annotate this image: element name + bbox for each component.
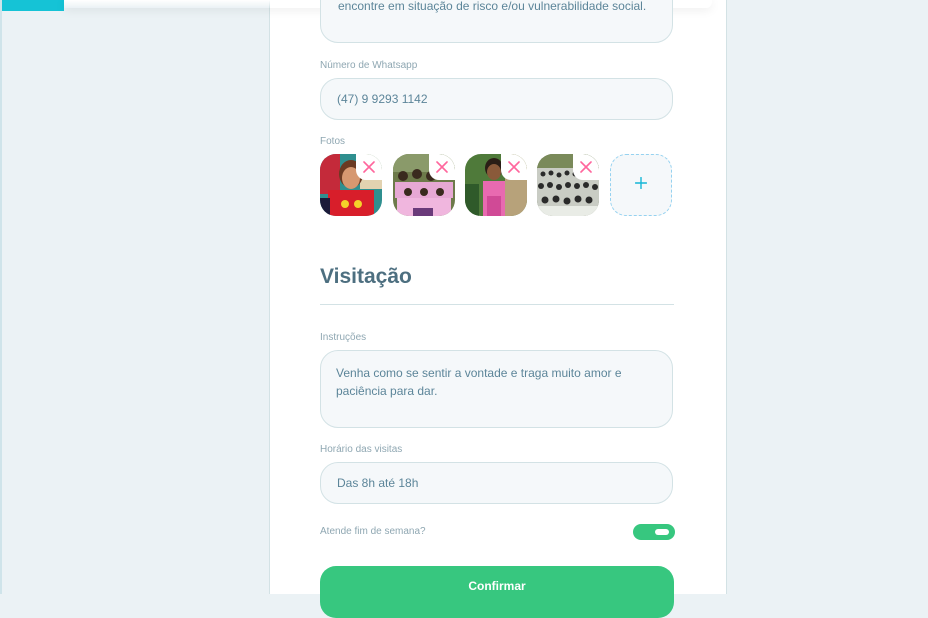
toggle-knob [655, 529, 669, 535]
photo-thumbnail [465, 154, 527, 216]
sidebar [0, 0, 2, 594]
photo-thumbnail [320, 154, 382, 216]
section-divider [320, 304, 674, 305]
add-photo-button[interactable] [610, 154, 672, 216]
instructions-line: Venha como se sentir a vontade e traga m… [336, 366, 622, 380]
hours-input[interactable]: Das 8h até 18h [320, 462, 673, 504]
photos-label: Fotos [320, 136, 346, 147]
photo-thumbnail [537, 154, 599, 216]
confirm-button[interactable]: Confirmar [320, 566, 674, 618]
weekend-toggle[interactable] [633, 524, 675, 540]
close-icon [580, 161, 592, 173]
hours-value: Das 8h até 18h [337, 476, 419, 490]
instructions-label: Instruções [320, 332, 367, 343]
instructions-line: paciência para dar. [336, 384, 438, 398]
sidebar-accent [2, 0, 64, 11]
close-icon [436, 161, 448, 173]
section-title-visitation: Visitação [320, 265, 412, 288]
about-textarea[interactable]: encontre em situação de risco e/ou vulne… [320, 0, 673, 43]
instructions-textarea[interactable]: Venha como se sentir a vontade e traga m… [320, 350, 673, 428]
photo-thumbnail [393, 154, 455, 216]
weekend-label: Atende fim de semana? [320, 526, 426, 537]
whatsapp-value: (47) 9 9293 1142 [337, 92, 428, 106]
close-icon [363, 161, 375, 173]
whatsapp-label: Número de Whatsapp [320, 60, 418, 71]
about-text: encontre em situação de risco e/ou vulne… [338, 0, 647, 13]
hours-label: Horário das visitas [320, 444, 403, 455]
plus-icon [634, 176, 648, 194]
close-icon [508, 161, 520, 173]
whatsapp-input[interactable]: (47) 9 9293 1142 [320, 78, 673, 120]
